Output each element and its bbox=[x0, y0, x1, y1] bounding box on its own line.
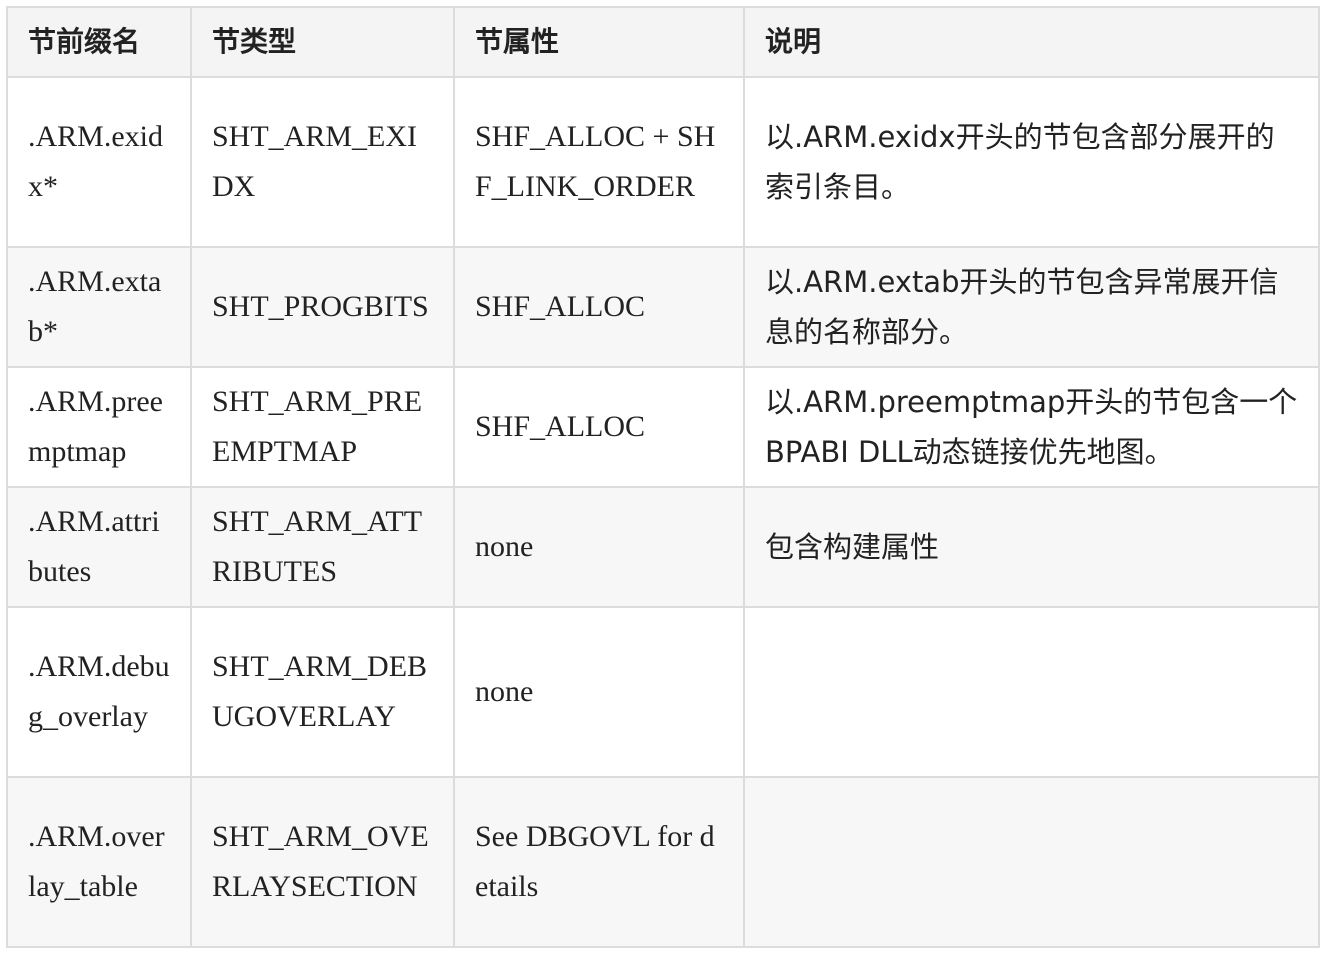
header-section-attributes: 节属性 bbox=[453, 6, 745, 78]
cell-description: 以.ARM.extab开头的节包含异常展开信息的名称部分。 bbox=[743, 246, 1320, 368]
cell-prefix: .ARM.overlay_table bbox=[6, 776, 192, 948]
cell-type: SHT_ARM_EXIDX bbox=[190, 76, 455, 248]
header-section-prefix: 节前缀名 bbox=[6, 6, 192, 78]
table-row: .ARM.attributes SHT_ARM_ATTRIBUTES none … bbox=[6, 486, 1320, 608]
cell-attributes: none bbox=[453, 606, 745, 778]
header-description: 说明 bbox=[743, 6, 1320, 78]
cell-prefix: .ARM.attributes bbox=[6, 486, 192, 608]
cell-description: 以.ARM.exidx开头的节包含部分展开的索引条目。 bbox=[743, 76, 1320, 248]
cell-prefix: .ARM.extab* bbox=[6, 246, 192, 368]
table-row: .ARM.debug_overlay SHT_ARM_DEBUGOVERLAY … bbox=[6, 606, 1320, 778]
cell-type: SHT_ARM_DEBUGOVERLAY bbox=[190, 606, 455, 778]
cell-description: 以.ARM.preemptmap开头的节包含一个BPABI DLL动态链接优先地… bbox=[743, 366, 1320, 488]
cell-type: SHT_ARM_PREEMPTMAP bbox=[190, 366, 455, 488]
cell-attributes: See DBGOVL for details bbox=[453, 776, 745, 948]
table-row: .ARM.extab* SHT_PROGBITS SHF_ALLOC 以.ARM… bbox=[6, 246, 1320, 368]
table-row: .ARM.exidx* SHT_ARM_EXIDX SHF_ALLOC + SH… bbox=[6, 76, 1320, 248]
cell-prefix: .ARM.debug_overlay bbox=[6, 606, 192, 778]
cell-description bbox=[743, 606, 1320, 778]
table-row: .ARM.overlay_table SHT_ARM_OVERLAYSECTIO… bbox=[6, 776, 1320, 948]
header-row: 节前缀名 节类型 节属性 说明 bbox=[6, 6, 1320, 78]
cell-description bbox=[743, 776, 1320, 948]
section-table: 节前缀名 节类型 节属性 说明 .ARM.exidx* SHT_ARM_EXID… bbox=[6, 6, 1320, 948]
cell-attributes: SHF_ALLOC bbox=[453, 246, 745, 368]
cell-attributes: SHF_ALLOC bbox=[453, 366, 745, 488]
cell-type: SHT_PROGBITS bbox=[190, 246, 455, 368]
cell-attributes: SHF_ALLOC + SHF_LINK_ORDER bbox=[453, 76, 745, 248]
cell-type: SHT_ARM_OVERLAYSECTION bbox=[190, 776, 455, 948]
cell-type: SHT_ARM_ATTRIBUTES bbox=[190, 486, 455, 608]
table-row: .ARM.preemptmap SHT_ARM_PREEMPTMAP SHF_A… bbox=[6, 366, 1320, 488]
cell-prefix: .ARM.preemptmap bbox=[6, 366, 192, 488]
cell-attributes: none bbox=[453, 486, 745, 608]
header-section-type: 节类型 bbox=[190, 6, 455, 78]
cell-description: 包含构建属性 bbox=[743, 486, 1320, 608]
cell-prefix: .ARM.exidx* bbox=[6, 76, 192, 248]
